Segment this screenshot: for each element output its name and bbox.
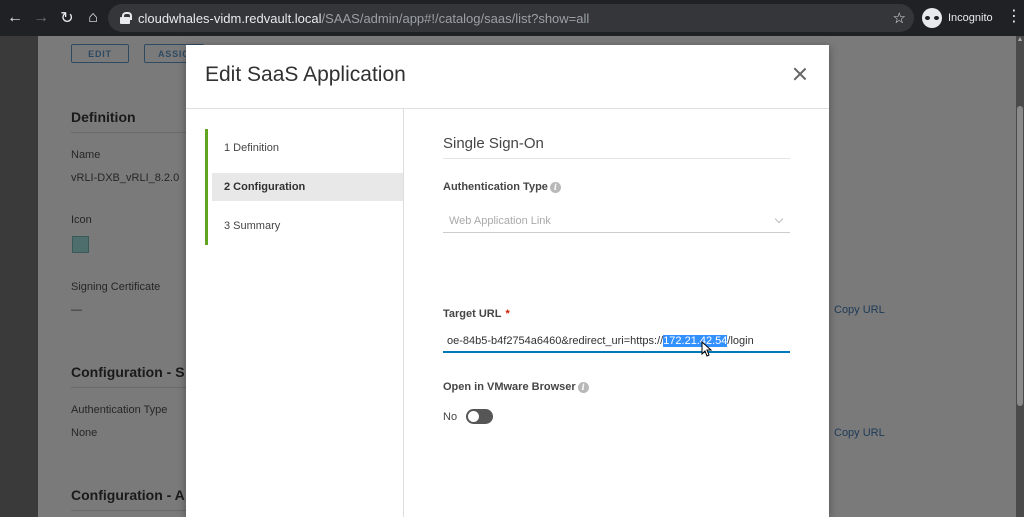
page-scrollbar[interactable]: ▲	[1016, 36, 1024, 517]
incognito-icon	[922, 8, 942, 28]
auth-type-select[interactable]: Web Application Link	[443, 209, 790, 233]
lock-icon	[120, 12, 132, 24]
step-summary[interactable]: 3 Summary	[212, 212, 403, 240]
modal-title: Edit SaaS Application	[205, 63, 406, 86]
toggle-knob	[468, 411, 480, 422]
target-url-text-before: oe-84b5-b4f2754a6460&redirect_uri=https:…	[447, 335, 664, 347]
definition-heading: Definition	[71, 109, 136, 125]
target-url-selected-text: 172.21.42.54	[663, 335, 728, 347]
step-definition[interactable]: 1 Definition	[212, 134, 403, 162]
url-path: /SAAS/admin/app#!/catalog/saas/list?show…	[321, 10, 590, 26]
scroll-up-icon[interactable]: ▲	[1016, 36, 1024, 46]
mouse-cursor-icon	[701, 341, 713, 357]
auth-type-select-value: Web Application Link	[449, 214, 551, 227]
browser-toolbar: ← → ↻ ⌂ cloudwhales-vidm.redvault.local /…	[0, 0, 1024, 36]
target-url-label-text: Target URL	[443, 308, 502, 320]
target-url-text-after: /login	[727, 335, 754, 347]
open-in-browser-toggle[interactable]	[466, 409, 494, 424]
info-icon[interactable]: i	[577, 381, 589, 393]
app-chart-icon	[72, 236, 89, 253]
open-in-browser-field-label: Open in VMware Browser i	[443, 381, 589, 393]
signing-cert-label: Signing Certificate	[71, 281, 161, 293]
icon-label: Icon	[71, 214, 92, 226]
forward-arrow-icon[interactable]: →	[30, 7, 52, 29]
divider	[71, 387, 191, 388]
divider	[71, 132, 191, 133]
section-heading: Single Sign-On	[443, 135, 544, 152]
target-url-input[interactable]: oe-84b5-b4f2754a6460&redirect_uri=https:…	[443, 331, 790, 353]
step-configuration[interactable]: 2 Configuration	[212, 173, 403, 201]
close-icon[interactable]	[793, 67, 807, 81]
wizard-steps: 1 Definition 2 Configuration 3 Summary	[186, 109, 404, 517]
open-in-browser-row: No	[443, 409, 494, 424]
edit-button[interactable]: EDIT	[71, 44, 129, 63]
auth-type-value: None	[71, 427, 98, 439]
name-label: Name	[71, 149, 101, 161]
auth-type-field-label: Authentication Type i	[443, 181, 561, 193]
copy-url-link[interactable]: Copy URL	[834, 427, 885, 439]
address-bar[interactable]: cloudwhales-vidm.redvault.local/SAAS/adm…	[108, 4, 914, 32]
divider	[71, 510, 191, 511]
scroll-thumb[interactable]	[1017, 106, 1023, 406]
divider	[443, 158, 790, 159]
browser-menu-icon[interactable]: ⋮	[1006, 9, 1022, 25]
step-progress-bar	[205, 129, 208, 245]
back-arrow-icon[interactable]: ←	[4, 7, 26, 29]
target-url-field-label: Target URL *	[443, 308, 510, 320]
copy-url-link[interactable]: Copy URL	[834, 304, 885, 316]
edit-saas-modal: Edit SaaS Application 1 Definition 2 Con…	[186, 45, 829, 517]
reload-icon[interactable]: ↻	[56, 7, 78, 29]
chevron-down-icon	[774, 214, 784, 224]
config-heading-sso: Configuration - S	[71, 364, 185, 380]
info-icon[interactable]: i	[549, 181, 561, 193]
auth-type-label: Authentication Type	[71, 404, 168, 416]
signing-cert-value: —	[71, 304, 82, 316]
home-icon[interactable]: ⌂	[82, 7, 104, 29]
incognito-label: Incognito	[948, 12, 993, 24]
toggle-state-label: No	[443, 410, 458, 423]
open-in-browser-label-text: Open in VMware Browser	[443, 381, 576, 393]
auth-type-label-text: Authentication Type	[443, 181, 548, 193]
config-heading-advanced: Configuration - A	[71, 487, 185, 503]
name-value: vRLI-DXB_vRLI_8.2.0	[71, 172, 180, 184]
url-host: cloudwhales-vidm.redvault.local	[138, 10, 322, 26]
required-marker: *	[505, 308, 510, 320]
incognito-profile[interactable]: Incognito	[922, 8, 993, 28]
bookmark-star-icon[interactable]: ☆	[893, 9, 906, 27]
